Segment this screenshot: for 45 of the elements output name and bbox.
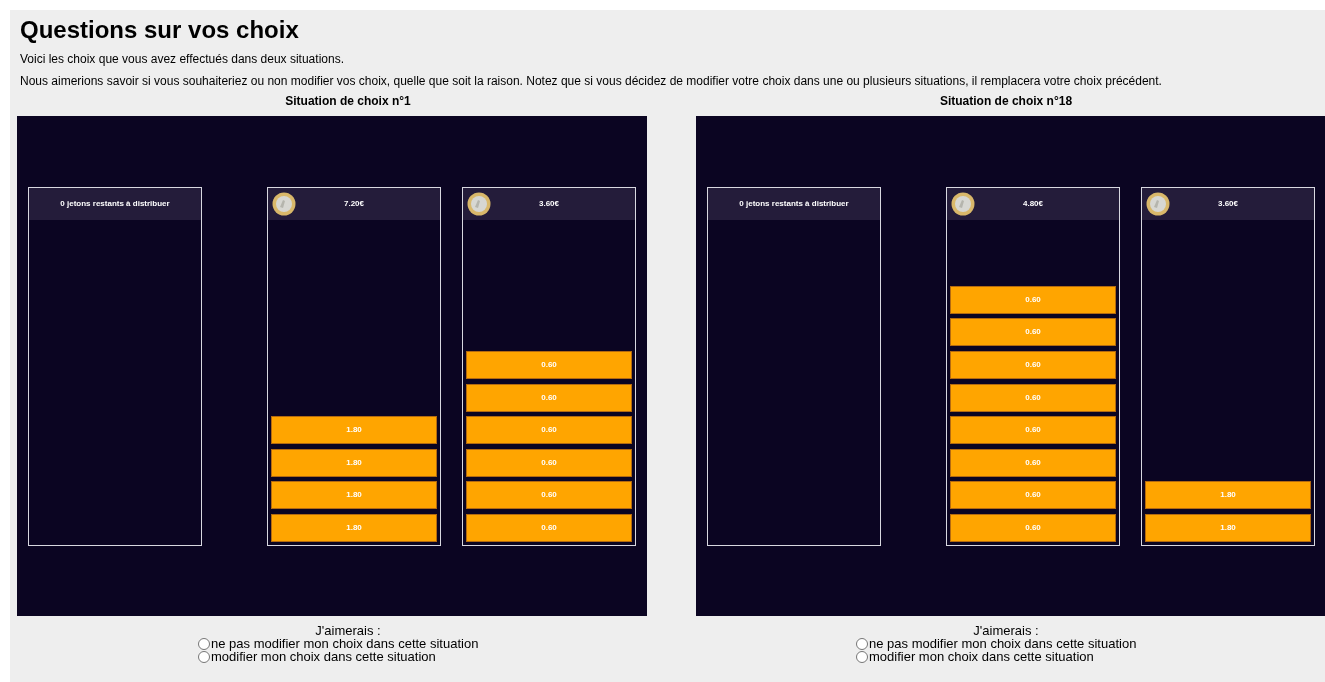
token: 0.60 (466, 481, 632, 510)
radio-button[interactable] (856, 637, 868, 650)
token: 0.60 (950, 416, 1116, 445)
page-title: Questions sur vos choix (20, 16, 300, 44)
token: 0.60 (466, 383, 632, 412)
option-label: ne pas modifier mon choix dans cette situation (211, 637, 479, 650)
token: 0.60 (950, 481, 1116, 510)
coin-icon (272, 192, 296, 216)
remaining-label: 0 jetons restants à distribuer (708, 188, 880, 220)
radio-button[interactable] (198, 637, 210, 650)
coin-icon (951, 192, 975, 216)
amount-label: 3.60€ (1218, 198, 1238, 210)
token: 0.60 (950, 448, 1116, 477)
token: 1.80 (271, 481, 437, 510)
amount-label: 7.20€ (344, 198, 364, 210)
token: 1.80 (1145, 514, 1311, 542)
token: 0.60 (950, 351, 1116, 380)
option-label: modifier mon choix dans cette situation (211, 650, 436, 663)
token: 1.80 (271, 448, 437, 477)
remaining-label: 0 jetons restants à distribuer (29, 188, 201, 220)
radio-button[interactable] (856, 650, 868, 663)
token: 0.60 (950, 318, 1116, 347)
amount-label: 3.60€ (539, 198, 559, 210)
token: 0.60 (466, 448, 632, 477)
amount-label: 4.80€ (1023, 198, 1043, 210)
situation-heading: Situation de choix n°18 (938, 94, 1074, 108)
token: 0.60 (950, 285, 1116, 314)
option-label: modifier mon choix dans cette situation (869, 650, 1094, 663)
instruction-text: Nous aimerions savoir si vous souhaiteriez ou non modifier vos choix, quelle que soit la raison. Notez que si vous décidez de modifier votre choix dans une ou plusieurs situations, il remplacera votre choix précédent. (20, 74, 1163, 88)
token: 0.60 (466, 416, 632, 445)
coin-icon (467, 192, 491, 216)
token: 0.60 (950, 514, 1116, 542)
token: 1.80 (271, 514, 437, 542)
token: 0.60 (950, 383, 1116, 412)
token: 1.80 (1145, 481, 1311, 510)
token: 0.60 (466, 351, 632, 380)
instruction-text: Voici les choix que vous avez effectués dans deux situations. (20, 52, 345, 66)
token: 1.80 (271, 416, 437, 445)
prompt-text: J'aimerais : (314, 624, 382, 637)
token: 0.60 (466, 514, 632, 542)
option-label: ne pas modifier mon choix dans cette situation (869, 637, 1137, 650)
prompt-text: J'aimerais : (972, 624, 1040, 637)
radio-button[interactable] (198, 650, 210, 663)
coin-icon (1146, 192, 1170, 216)
situation-heading: Situation de choix n°1 (284, 94, 412, 108)
